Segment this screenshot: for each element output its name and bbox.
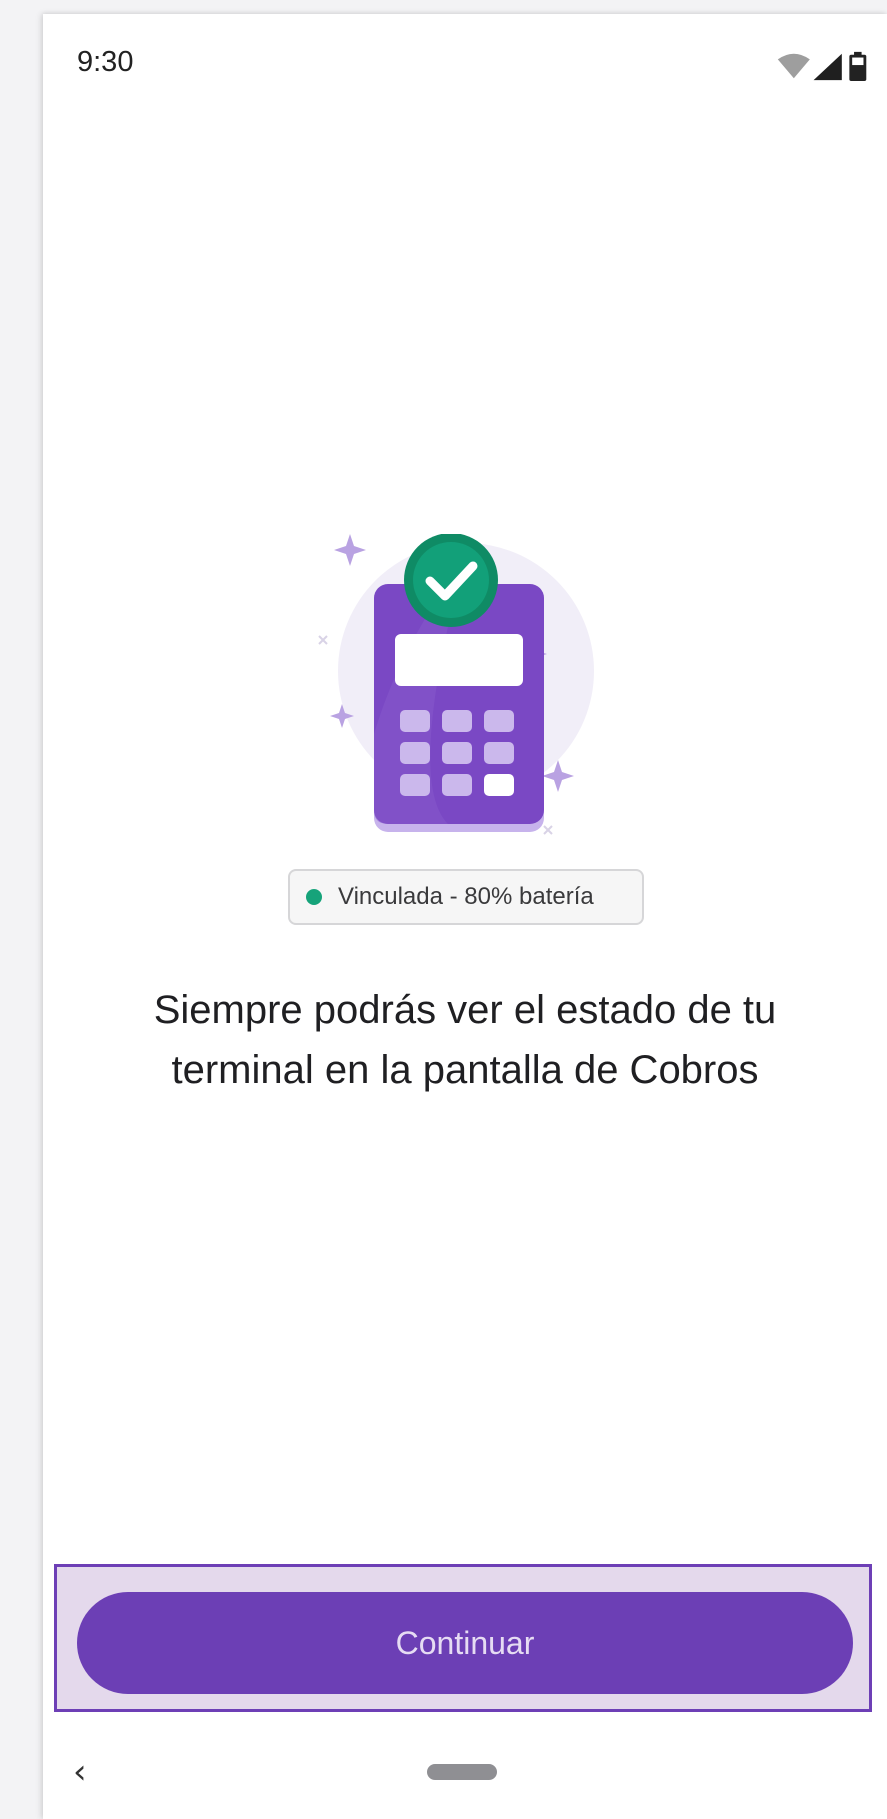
continue-button[interactable]: Continuar: [77, 1592, 853, 1694]
terminal-status-label: Vinculada - 80% batería: [338, 883, 594, 910]
terminal-keypad: [400, 710, 514, 796]
cellular-signal-icon: [813, 53, 842, 81]
payment-terminal-illustration: [318, 534, 594, 835]
status-bar: 9:30: [43, 14, 887, 94]
battery-icon: [849, 51, 867, 82]
status-icons: [777, 51, 867, 82]
system-navigation-bar: ‹: [43, 1744, 887, 1804]
connected-indicator-icon: [306, 889, 322, 905]
terminal-display: [395, 634, 523, 686]
terminal-status-badge: Vinculada - 80% batería: [288, 869, 644, 925]
wifi-icon: [777, 53, 810, 79]
status-time: 9:30: [77, 46, 134, 78]
page-headline: Siempre podrás ver el estado de tu termi…: [153, 988, 777, 1092]
check-badge-icon: [404, 534, 498, 627]
chevron-left-icon[interactable]: ‹: [73, 1752, 87, 1792]
phone-screen: 9:30 Vinculada - 80% batería Siempre pod…: [43, 14, 887, 1819]
home-pill-icon[interactable]: [427, 1764, 497, 1780]
